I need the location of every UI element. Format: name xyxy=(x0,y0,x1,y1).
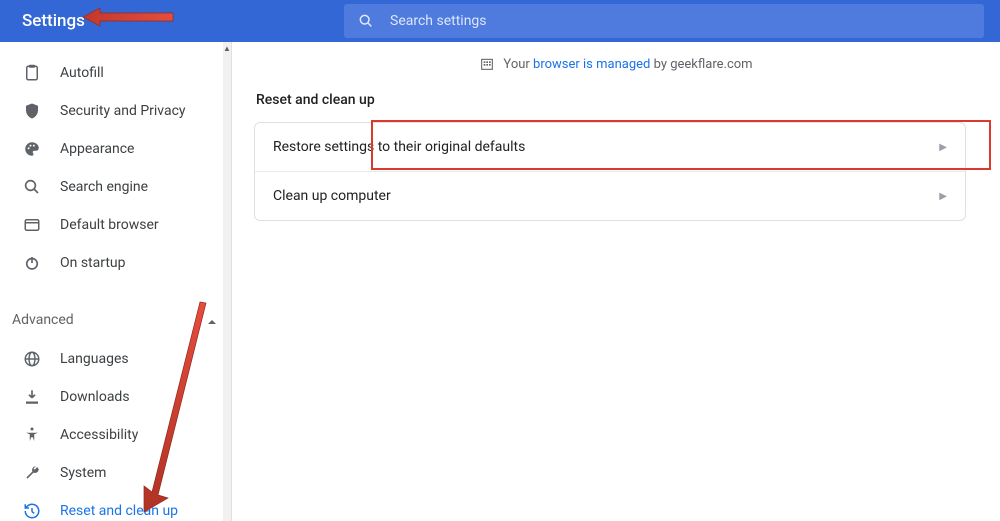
sidebar-scrollbar[interactable]: ▲ xyxy=(223,42,231,521)
autofill-icon xyxy=(22,63,42,83)
search-box[interactable] xyxy=(344,4,984,38)
sidebar-section-advanced[interactable]: Advanced xyxy=(0,300,231,340)
sidebar-item-default-browser[interactable]: Default browser xyxy=(0,206,231,244)
sidebar-item-search-engine[interactable]: Search engine xyxy=(0,168,231,206)
row-label: Restore settings to their original defau… xyxy=(273,139,525,155)
settings-card: Restore settings to their original defau… xyxy=(254,122,966,221)
chevron-up-icon xyxy=(207,315,217,325)
sidebar-item-label: Downloads xyxy=(60,389,130,405)
sidebar-item-label: Default browser xyxy=(60,217,159,233)
shield-icon xyxy=(22,101,42,121)
sidebar-item-label: Languages xyxy=(60,351,129,367)
row-restore-defaults[interactable]: Restore settings to their original defau… xyxy=(255,123,965,171)
sidebar-item-on-startup[interactable]: On startup xyxy=(0,244,231,282)
restore-icon xyxy=(22,501,42,521)
palette-icon xyxy=(22,139,42,159)
sidebar-item-label: Autofill xyxy=(60,65,104,81)
globe-icon xyxy=(22,349,42,369)
page-title: Settings xyxy=(0,11,344,31)
sidebar-item-accessibility[interactable]: Accessibility xyxy=(0,416,231,454)
sidebar-item-reset-clean-up[interactable]: Reset and clean up xyxy=(0,492,231,521)
chevron-right-icon: ▶ xyxy=(939,142,947,153)
row-clean-up-computer[interactable]: Clean up computer ▶ xyxy=(255,171,965,220)
managed-text: Your browser is managed by geekflare.com xyxy=(503,57,752,72)
building-icon xyxy=(479,56,495,72)
section-title: Reset and clean up xyxy=(252,92,972,122)
sidebar-item-label: On startup xyxy=(60,255,126,271)
sidebar-item-languages[interactable]: Languages xyxy=(0,340,231,378)
sidebar-item-autofill[interactable]: Autofill xyxy=(0,54,231,92)
sidebar-item-security[interactable]: Security and Privacy xyxy=(0,92,231,130)
sidebar-item-label: System xyxy=(60,465,106,481)
chevron-right-icon: ▶ xyxy=(939,191,947,202)
accessibility-icon xyxy=(22,425,42,445)
search-icon xyxy=(22,177,42,197)
scroll-up-icon: ▲ xyxy=(223,42,231,54)
download-icon xyxy=(22,387,42,407)
sidebar-section-label: Advanced xyxy=(12,312,74,328)
sidebar-item-label: Accessibility xyxy=(60,427,138,443)
sidebar-item-system[interactable]: System xyxy=(0,454,231,492)
sidebar-item-appearance[interactable]: Appearance xyxy=(0,130,231,168)
managed-link[interactable]: browser is managed xyxy=(533,57,650,72)
sidebar-item-label: Reset and clean up xyxy=(60,503,178,519)
sidebar-item-label: Security and Privacy xyxy=(60,103,186,119)
sidebar-item-label: Search engine xyxy=(60,179,148,195)
sidebar-item-label: Appearance xyxy=(60,141,134,157)
row-label: Clean up computer xyxy=(273,188,391,204)
sidebar: Autofill Security and Privacy Appearance… xyxy=(0,42,232,521)
sidebar-item-downloads[interactable]: Downloads xyxy=(0,378,231,416)
wrench-icon xyxy=(22,463,42,483)
main-content: Your browser is managed by geekflare.com… xyxy=(232,42,1000,521)
search-icon xyxy=(358,13,374,29)
browser-icon xyxy=(22,215,42,235)
search-input[interactable] xyxy=(390,13,970,29)
power-icon xyxy=(22,253,42,273)
